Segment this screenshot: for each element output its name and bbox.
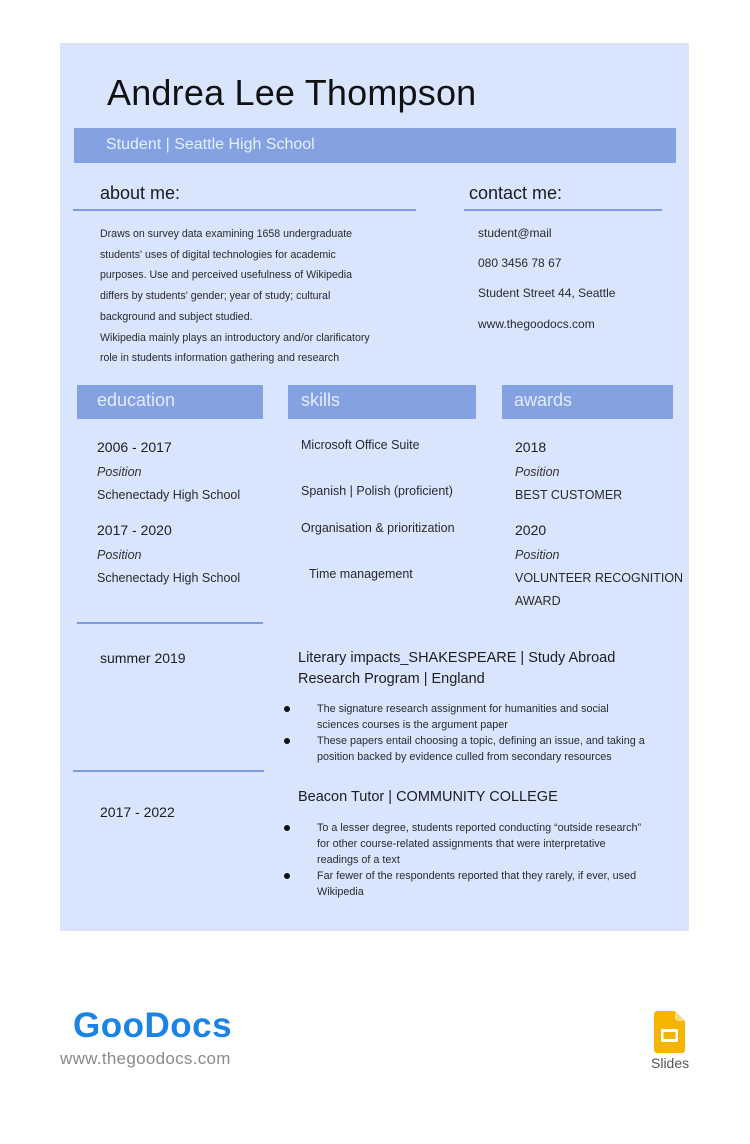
subtitle-text: Student | Seattle High School: [106, 136, 315, 153]
experience-divider: [73, 770, 264, 772]
award-year: 2020: [515, 522, 547, 538]
education-school: Schenectady High School: [97, 571, 241, 585]
skills-heading: skills: [301, 390, 340, 410]
contact-website[interactable]: www.thegoodocs.com: [478, 317, 595, 331]
about-line: role in students information gathering a…: [100, 352, 340, 365]
experience-bullet: Far fewer of the respondents reported th…: [284, 868, 650, 900]
about-text: Draws on survey data examining 1658 unde…: [100, 224, 400, 369]
education-position: Position: [97, 548, 142, 562]
contact-phone[interactable]: 080 3456 78 67: [478, 256, 561, 270]
contact-heading: contact me:: [469, 183, 563, 203]
award-year: 2018: [515, 439, 547, 455]
subtitle-bar: Student | Seattle High School: [74, 128, 676, 163]
award-position: Position: [515, 548, 560, 562]
contact-divider: [464, 209, 662, 211]
about-line: Draws on survey data examining 1658 unde…: [100, 228, 353, 240]
award-title: AWARD: [515, 594, 561, 608]
skill-item: Organisation & prioritization: [301, 521, 455, 535]
bullet-icon: [284, 825, 290, 831]
about-divider: [73, 209, 416, 211]
awards-heading: awards: [514, 390, 573, 410]
experience-date: 2017 - 2022: [100, 804, 175, 820]
experience-bullet: The signature research assignment for hu…: [284, 701, 650, 733]
goodocs-url[interactable]: www.thegoodocs.com: [60, 1049, 231, 1069]
experience-bullets: The signature research assignment for hu…: [284, 701, 650, 765]
skills-header: skills: [288, 385, 476, 419]
resume-name: Andrea Lee Thompson: [107, 72, 477, 113]
skill-item: Spanish | Polish (proficient): [301, 484, 453, 498]
award-title: BEST CUSTOMER: [515, 488, 623, 502]
experience-date: summer 2019: [100, 650, 186, 666]
education-school: Schenectady High School: [97, 488, 241, 502]
skill-item: Microsoft Office Suite: [301, 438, 420, 452]
contact-address: Student Street 44, Seattle: [478, 286, 616, 300]
bullet-icon: [284, 706, 290, 712]
goodocs-logo[interactable]: GooDocs: [73, 1006, 232, 1046]
bullet-icon: [284, 873, 290, 879]
about-line: purposes. Use and perceived usefulness o…: [100, 269, 353, 282]
google-slides-icon: [654, 1011, 685, 1053]
experience-bullets: To a lesser degree, students reported co…: [284, 820, 650, 900]
education-years: 2017 - 2020: [97, 522, 172, 538]
experience-divider: [77, 622, 263, 624]
education-header: education: [77, 385, 263, 419]
about-line: background and subject studied.: [100, 310, 253, 323]
about-line: students' uses of digital technologies f…: [100, 248, 336, 261]
education-heading: education: [97, 390, 176, 410]
skill-item: Time management: [309, 567, 413, 581]
education-position: Position: [97, 465, 142, 479]
experience-title: Beacon Tutor | COMMUNITY COLLEGE: [298, 789, 558, 805]
about-line: differs by students' gender; year of stu…: [100, 290, 331, 303]
award-title: VOLUNTEER RECOGNITION: [515, 571, 684, 585]
education-years: 2006 - 2017: [97, 439, 172, 455]
contact-email[interactable]: student@mail: [478, 226, 552, 240]
experience-bullet: These papers entail choosing a topic, de…: [284, 733, 650, 765]
about-line: Wikipedia mainly plays an introductory a…: [100, 331, 370, 344]
about-heading: about me:: [100, 183, 181, 203]
experience-title: Literary impacts_SHAKESPEARE | Study Abr…: [298, 650, 616, 687]
experience-bullet: To a lesser degree, students reported co…: [284, 820, 650, 868]
award-position: Position: [515, 465, 560, 479]
bullet-icon: [284, 738, 290, 744]
awards-header: awards: [502, 385, 673, 419]
slides-label: Slides: [651, 1055, 690, 1071]
